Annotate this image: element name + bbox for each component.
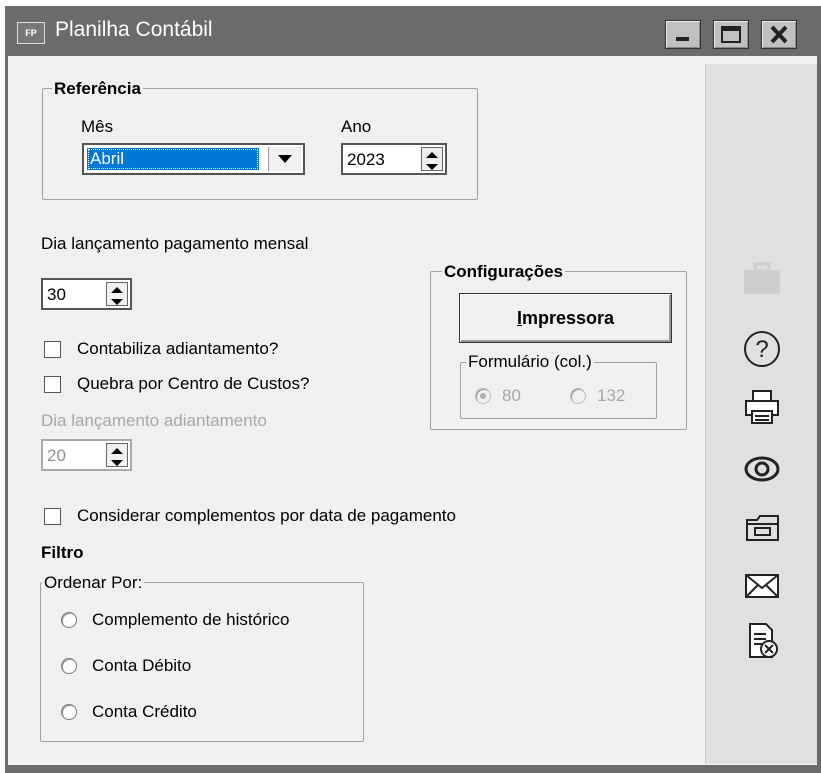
print-button[interactable] [706, 380, 817, 434]
contabiliza-label: Contabiliza adiantamento? [77, 339, 279, 358]
email-icon [744, 574, 779, 598]
filtro-title: Filtro [41, 543, 84, 562]
app-window: FP Planilha Contábil Referência Mês Abri… [5, 6, 821, 773]
impressora-label: mpressora [521, 307, 615, 328]
briefcase-button [706, 252, 817, 306]
mes-selected-value: Abril [87, 148, 259, 170]
close-button[interactable] [761, 20, 797, 49]
ano-value: 2023 [347, 150, 385, 169]
dialog-body: Referência Mês Abril Ano 2023 Dia lançam… [8, 56, 817, 765]
briefcase-icon [743, 262, 780, 294]
dia-adiantamento-spinner: 20 [41, 439, 132, 471]
radio-conta-debito[interactable] [61, 658, 77, 674]
dia-adiantamento-value: 20 [47, 446, 66, 465]
radio-80-label: 80 [502, 386, 521, 405]
folder-button[interactable] [706, 500, 817, 554]
formulario-legend: Formulário (col.) [466, 352, 594, 372]
preview-button[interactable] [706, 442, 817, 496]
ordenar-group [40, 582, 364, 742]
considerar-label: Considerar complementos por data de paga… [77, 506, 456, 525]
maximize-icon [721, 26, 741, 43]
chevron-down-icon [278, 155, 292, 163]
cancel-document-icon [748, 623, 778, 658]
spin-arrows-icon [426, 152, 438, 170]
cancel-document-button[interactable] [706, 614, 817, 668]
dia-adiantamento-spin-buttons [106, 443, 128, 467]
radio-80 [475, 388, 491, 404]
impressora-button[interactable]: Impressora [459, 293, 672, 343]
svg-text:?: ? [755, 336, 768, 363]
preview-icon [744, 456, 779, 482]
quebra-checkbox[interactable] [44, 376, 61, 393]
spin-arrows-icon [111, 448, 123, 466]
ordenar-legend: Ordenar Por: [42, 573, 145, 593]
quebra-label: Quebra por Centro de Custos? [77, 374, 310, 393]
minimize-icon [676, 37, 689, 41]
radio-conta-credito-label: Conta Crédito [92, 702, 197, 721]
help-icon: ? [743, 331, 780, 367]
radio-complemento-label: Complemento de histórico [92, 610, 290, 629]
title-bar[interactable]: FP Planilha Contábil [5, 6, 821, 56]
considerar-checkbox[interactable] [44, 508, 61, 525]
ano-label: Ano [341, 117, 372, 136]
app-icon: FP [17, 22, 45, 44]
configuracoes-legend: Configurações [442, 262, 566, 282]
referencia-legend: Referência [52, 79, 143, 99]
radio-132-label: 132 [597, 386, 626, 405]
radio-conta-debito-label: Conta Débito [92, 656, 192, 675]
ano-spin-buttons[interactable] [421, 147, 443, 171]
dia-lancamento-label: Dia lançamento pagamento mensal [41, 234, 309, 253]
dia-adiantamento-label: Dia lançamento adiantamento [41, 411, 267, 430]
spin-arrows-icon [111, 287, 123, 305]
mes-label: Mês [81, 117, 114, 136]
folder-icon [745, 515, 779, 541]
help-button[interactable]: ? [706, 322, 817, 376]
maximize-button[interactable] [713, 20, 749, 49]
radio-complemento[interactable] [61, 612, 77, 628]
minimize-button[interactable] [665, 20, 701, 49]
radio-conta-credito[interactable] [61, 704, 77, 720]
print-icon [744, 390, 779, 424]
dia-lancamento-value: 30 [47, 285, 66, 304]
ano-spinner[interactable]: 2023 [341, 143, 447, 175]
contabiliza-checkbox[interactable] [44, 341, 61, 358]
email-button[interactable] [706, 559, 817, 613]
mes-select[interactable]: Abril [82, 143, 305, 175]
side-toolbar: ? [705, 64, 817, 764]
radio-132 [570, 388, 586, 404]
dia-lancamento-spinner[interactable]: 30 [41, 278, 132, 310]
close-icon [770, 25, 788, 44]
window-title: Planilha Contábil [55, 18, 213, 41]
dropdown-arrow-button[interactable] [268, 147, 301, 171]
dia-lancamento-spin-buttons[interactable] [106, 282, 128, 306]
